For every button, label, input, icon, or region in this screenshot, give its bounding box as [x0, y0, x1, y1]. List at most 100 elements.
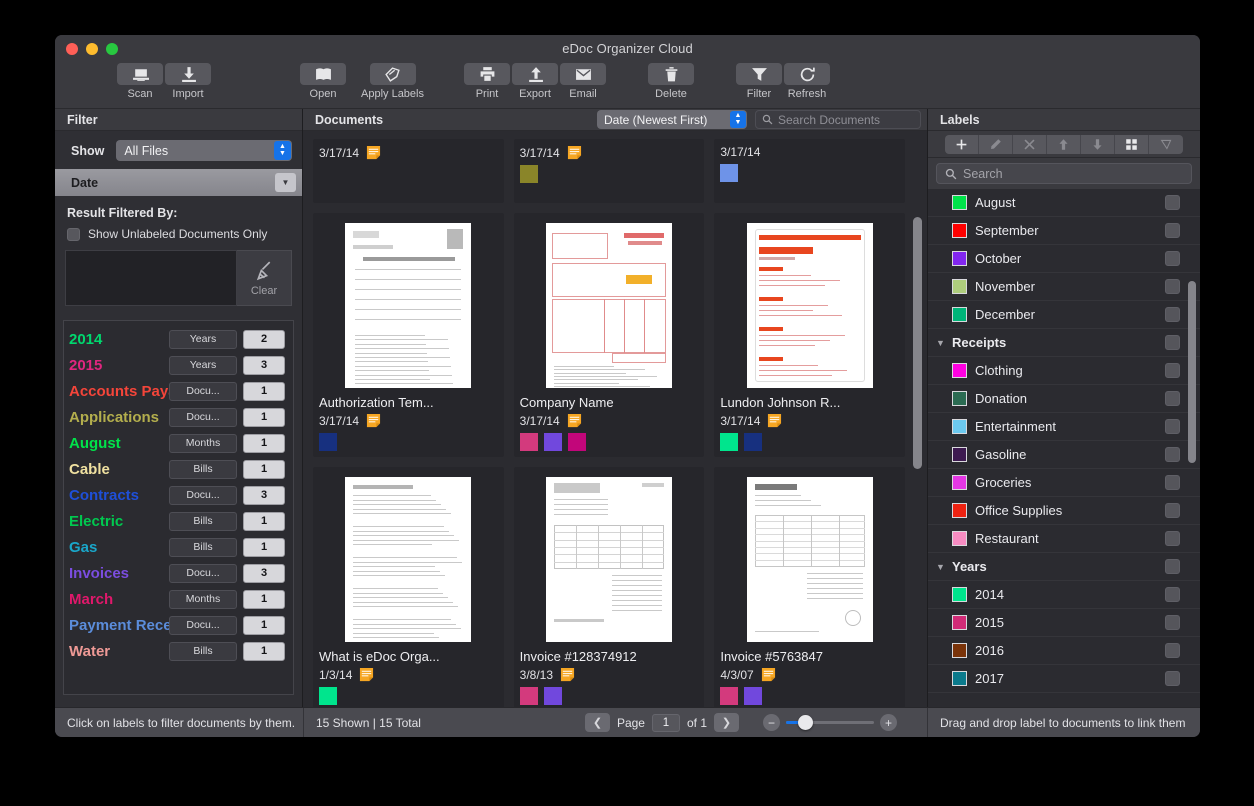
filter-label-row[interactable]: WaterBills1 [64, 638, 293, 664]
toolbar-button-email[interactable]: Email [560, 63, 606, 100]
labels-scrollbar[interactable] [1188, 281, 1196, 463]
label-select-box[interactable] [1165, 391, 1180, 406]
label-select-box[interactable] [1165, 363, 1180, 378]
filter-label-row[interactable]: GasBills1 [64, 534, 293, 560]
label-select-box[interactable] [1165, 195, 1180, 210]
filter-label-row[interactable]: ApplicationsDocu...1 [64, 404, 293, 430]
zoom-in-button[interactable]: + [880, 714, 897, 731]
filter-label-row[interactable]: 2015Years3 [64, 352, 293, 378]
toolbar-button-delete[interactable]: Delete [648, 63, 694, 100]
label-select-box[interactable] [1165, 279, 1180, 294]
disclosure-triangle-icon[interactable]: ▼ [936, 338, 949, 348]
filter-label-row[interactable]: Payment ReceiptsDocu...1 [64, 612, 293, 638]
filter-label-row[interactable]: ContractsDocu...3 [64, 482, 293, 508]
toolbar-button-print[interactable]: Print [464, 63, 510, 100]
label-group-row[interactable]: ▼Years [928, 553, 1200, 581]
document-card[interactable]: Company Name3/17/14 [514, 213, 705, 457]
document-card[interactable]: What is eDoc Orga...1/3/14 [313, 467, 504, 707]
toolbar-button-scan[interactable]: Scan [117, 63, 163, 100]
labels-search-field[interactable]: Search [936, 163, 1192, 184]
label-row[interactable]: Donation [928, 385, 1200, 413]
label-row[interactable]: 2016 [928, 637, 1200, 665]
move-down-button[interactable] [1081, 135, 1115, 154]
label-select-box[interactable] [1165, 251, 1180, 266]
document-label-chip[interactable] [568, 433, 586, 451]
toolbar-button-open[interactable]: Open [300, 63, 346, 100]
label-row[interactable]: December [928, 301, 1200, 329]
zoom-slider[interactable] [786, 714, 874, 731]
label-row[interactable]: September [928, 217, 1200, 245]
stepper-icon[interactable]: ▲▼ [274, 141, 291, 160]
document-card[interactable]: 3/17/14 [714, 139, 905, 203]
document-label-chip[interactable] [544, 433, 562, 451]
document-card[interactable]: 3/17/14 [313, 139, 504, 203]
move-up-button[interactable] [1047, 135, 1081, 154]
toolbar-button-apply-labels[interactable]: Apply Labels [361, 63, 424, 100]
document-label-chip[interactable] [544, 687, 562, 705]
label-row[interactable]: 2015 [928, 609, 1200, 637]
label-group-row[interactable]: ▼Receipts [928, 329, 1200, 357]
label-select-box[interactable] [1165, 643, 1180, 658]
active-filters-box[interactable] [65, 250, 237, 306]
filter-label-row[interactable]: Accounts PayableDocu...1 [64, 378, 293, 404]
filter-label-row[interactable]: MarchMonths1 [64, 586, 293, 612]
grid-view-button[interactable] [1115, 135, 1149, 154]
label-row[interactable]: 2017 [928, 665, 1200, 693]
label-row[interactable]: 2014 [928, 581, 1200, 609]
document-card[interactable]: Invoice #57638474/3/07 [714, 467, 905, 707]
label-row[interactable]: Restaurant [928, 525, 1200, 553]
toolbar-button-export[interactable]: Export [512, 63, 558, 100]
unlabeled-checkbox[interactable] [67, 228, 80, 241]
show-select[interactable]: All Files ▲▼ [116, 140, 292, 161]
zoom-out-button[interactable]: − [763, 714, 780, 731]
label-row[interactable]: November [928, 273, 1200, 301]
prev-page-button[interactable]: ❮ [585, 713, 610, 732]
label-select-box[interactable] [1165, 307, 1180, 322]
toolbar-button-filter[interactable]: Filter [736, 63, 782, 100]
delete-label-button[interactable] [1013, 135, 1047, 154]
document-card[interactable]: Lundon Johnson R...3/17/14 [714, 213, 905, 457]
filter-label-row[interactable]: InvoicesDocu...3 [64, 560, 293, 586]
label-select-box[interactable] [1165, 503, 1180, 518]
toolbar-button-refresh[interactable]: Refresh [784, 63, 830, 100]
document-label-chip[interactable] [720, 687, 738, 705]
label-select-box[interactable] [1165, 587, 1180, 602]
next-page-button[interactable]: ❯ [714, 713, 739, 732]
label-row[interactable]: Groceries [928, 469, 1200, 497]
label-select-box[interactable] [1165, 615, 1180, 630]
sort-select[interactable]: Date (Newest First) ▲▼ [597, 110, 747, 129]
label-select-box[interactable] [1165, 475, 1180, 490]
unlabeled-checkbox-row[interactable]: Show Unlabeled Documents Only [65, 227, 292, 241]
filter-label-row[interactable]: AugustMonths1 [64, 430, 293, 456]
document-label-chip[interactable] [520, 433, 538, 451]
document-card[interactable]: Invoice #1283749123/8/13 [514, 467, 705, 707]
disclosure-triangle-icon[interactable]: ▼ [936, 562, 949, 572]
label-select-box[interactable] [1165, 559, 1180, 574]
label-row[interactable]: Gasoline [928, 441, 1200, 469]
document-label-chip[interactable] [319, 433, 337, 451]
filter-label-row[interactable]: CableBills1 [64, 456, 293, 482]
label-select-box[interactable] [1165, 223, 1180, 238]
document-card[interactable]: Authorization Tem...3/17/14 [313, 213, 504, 457]
document-label-chip[interactable] [520, 165, 538, 183]
label-row[interactable]: October [928, 245, 1200, 273]
page-input[interactable]: 1 [652, 714, 680, 732]
document-label-chip[interactable] [520, 687, 538, 705]
zoom-slider-knob[interactable] [798, 715, 813, 730]
filter-label-row[interactable]: ElectricBills1 [64, 508, 293, 534]
edit-label-button[interactable] [979, 135, 1013, 154]
document-label-chip[interactable] [319, 687, 337, 705]
label-select-box[interactable] [1165, 419, 1180, 434]
document-label-chip[interactable] [720, 164, 738, 182]
documents-scrollbar[interactable] [913, 217, 922, 469]
document-card[interactable]: 3/17/14 [514, 139, 705, 203]
document-label-chip[interactable] [720, 433, 738, 451]
label-row[interactable]: August [928, 189, 1200, 217]
label-select-box[interactable] [1165, 531, 1180, 546]
document-search-field[interactable]: Search Documents [755, 110, 921, 129]
tag-label-button[interactable] [1149, 135, 1183, 154]
clear-filters-button[interactable]: Clear [237, 250, 292, 306]
document-label-chip[interactable] [744, 433, 762, 451]
date-accordion[interactable]: Date ▼ [55, 169, 302, 196]
label-select-box[interactable] [1165, 447, 1180, 462]
